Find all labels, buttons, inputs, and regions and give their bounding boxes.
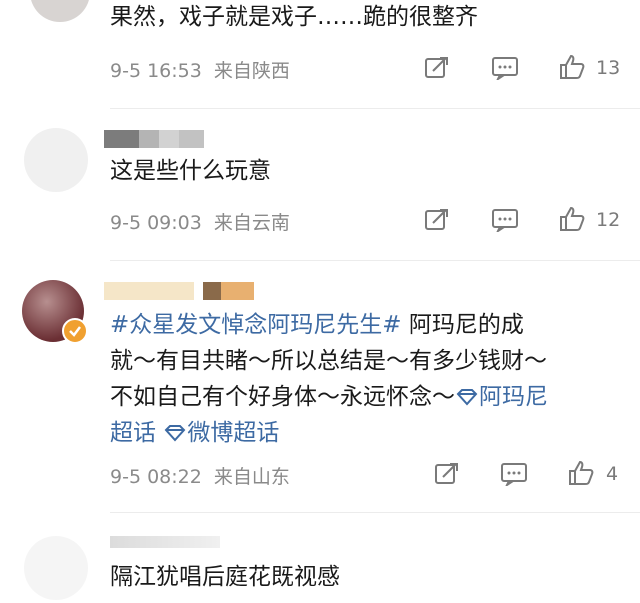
- super-topic-link[interactable]: 阿玛尼: [455, 384, 548, 410]
- comment-text-line-3: 不如自己有个好身体～永远怀念～ 阿玛尼: [110, 384, 548, 410]
- comment-time: 9-5 08:22: [110, 466, 202, 488]
- share-edit-icon[interactable]: [434, 462, 460, 486]
- thumb-up-icon[interactable]: [567, 459, 595, 487]
- comment-source: 来自云南: [213, 212, 290, 234]
- comment-meta: 9-5 08:22 来自山东: [110, 462, 290, 489]
- weibo-super-topic-link[interactable]: 微博超话: [163, 420, 279, 446]
- divider: [110, 108, 640, 109]
- comment-text: 果然，戏子就是戏子……跪的很整齐: [110, 4, 478, 30]
- thumb-up-icon[interactable]: [558, 53, 586, 81]
- avatar[interactable]: [24, 536, 88, 600]
- comment-text-line-2: 就～有目共睹～所以总结是～有多少钱财～: [110, 348, 547, 374]
- like-count: 12: [596, 209, 621, 231]
- comment-1: 果然，戏子就是戏子……跪的很整齐 9-5 16:53 来自陕西 13: [0, 0, 640, 110]
- avatar[interactable]: [24, 128, 88, 192]
- username-blurred[interactable]: [104, 282, 254, 300]
- super-topic-link-cont[interactable]: 超话: [110, 420, 156, 446]
- divider: [110, 512, 640, 513]
- comment-icon[interactable]: [500, 462, 528, 486]
- topic-link[interactable]: #众星发文悼念阿玛尼先生#: [110, 312, 402, 338]
- comment-icon[interactable]: [491, 208, 519, 232]
- comment-text-line-4: 超话 微博超话: [110, 416, 279, 450]
- comment-meta: 9-5 16:53 来自陕西: [110, 56, 290, 83]
- comment-text-line-1: #众星发文悼念阿玛尼先生# 阿玛尼的成: [110, 312, 524, 338]
- comment-source: 来自山东: [213, 466, 290, 488]
- share-edit-icon[interactable]: [424, 208, 450, 232]
- divider: [110, 260, 640, 261]
- comment-text: 这是些什么玩意: [110, 158, 271, 184]
- username-blurred[interactable]: [104, 130, 204, 148]
- verified-badge-icon: [62, 318, 88, 344]
- avatar[interactable]: [30, 0, 90, 22]
- comment-source: 来自陕西: [213, 60, 290, 82]
- username-blurred[interactable]: [110, 536, 220, 548]
- comment-time: 9-5 09:03: [110, 212, 202, 234]
- thumb-up-icon[interactable]: [558, 205, 586, 233]
- share-edit-icon[interactable]: [424, 56, 450, 80]
- comment-3: #众星发文悼念阿玛尼先生# 阿玛尼的成 就～有目共睹～所以总结是～有多少钱财～ …: [0, 262, 640, 512]
- comment-2: 这是些什么玩意 9-5 09:03 来自云南 12: [0, 110, 640, 260]
- comment-text: 隔江犹唱后庭花既视感: [110, 564, 340, 590]
- diamond-topic-icon: [456, 389, 478, 406]
- like-count: 13: [596, 57, 621, 79]
- comment-4: 隔江犹唱后庭花既视感: [0, 514, 640, 603]
- comment-time: 9-5 16:53: [110, 60, 202, 82]
- like-count: 4: [606, 463, 619, 485]
- diamond-topic-icon: [164, 425, 186, 442]
- comment-meta: 9-5 09:03 来自云南: [110, 208, 290, 235]
- comment-icon[interactable]: [491, 56, 519, 80]
